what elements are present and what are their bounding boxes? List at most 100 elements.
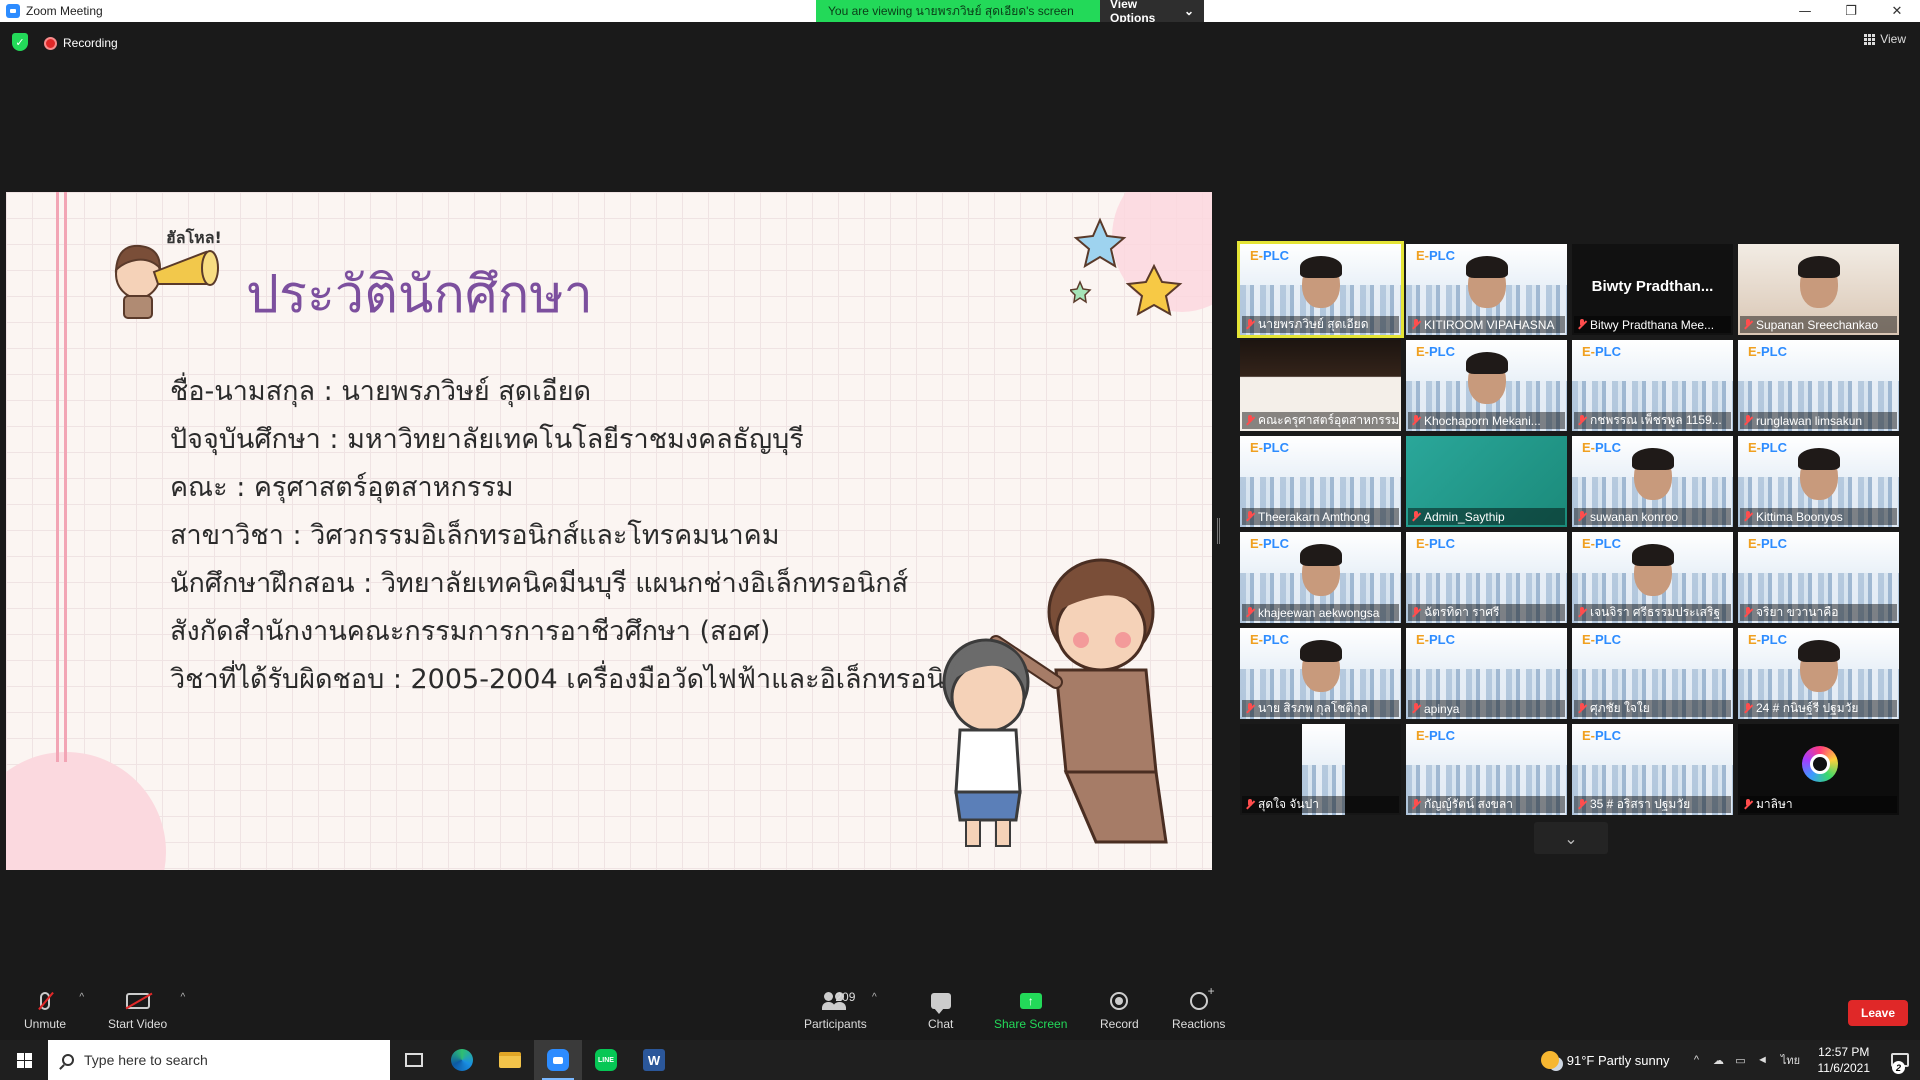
participant-tile[interactable]: E-PLC กชพรรณ เพ็ชรพูล 1159...: [1572, 340, 1733, 431]
task-view-icon: [405, 1053, 423, 1067]
zoom-taskbar-button[interactable]: [534, 1040, 582, 1080]
participant-tile[interactable]: E-PLC KITIROOM VIPAHASNA: [1406, 244, 1567, 335]
muted-mic-icon: [1744, 799, 1752, 810]
weather-widget[interactable]: 91°F Partly sunny: [1540, 1051, 1670, 1069]
folder-icon: [499, 1052, 521, 1068]
unmute-button[interactable]: Unmute ^: [24, 990, 84, 1031]
eplc-logo-main: PLC: [1263, 248, 1289, 263]
participant-name-label: นาย สิรภพ กุลโชติกุล: [1242, 700, 1399, 717]
participant-face: [1632, 544, 1674, 596]
participant-tile[interactable]: E-PLC จริยา ขวานาคือ: [1738, 532, 1899, 623]
leave-button[interactable]: Leave: [1848, 1000, 1908, 1026]
muted-mic-icon: [1246, 799, 1254, 810]
decor-line: [56, 192, 59, 762]
muted-mic-icon: [1744, 607, 1752, 618]
video-options-caret[interactable]: ^: [180, 992, 185, 1003]
onedrive-icon[interactable]: ☁: [1708, 1054, 1730, 1067]
participant-tile[interactable]: E-PLC Khochaporn Mekani...: [1406, 340, 1567, 431]
participant-name: khajeewan aekwongsa: [1258, 605, 1380, 620]
recording-indicator[interactable]: Recording: [44, 32, 118, 54]
participant-tile[interactable]: Supanan Sreechankao: [1738, 244, 1899, 335]
eplc-logo-main: PLC: [1595, 440, 1621, 455]
participants-button[interactable]: 209 Participants ^: [804, 990, 877, 1031]
splitter-handle[interactable]: [1217, 518, 1220, 544]
participant-name: runglawan limsakun: [1756, 413, 1863, 428]
participant-tile[interactable]: สุดใจ จันปา: [1240, 724, 1401, 815]
view-options-button[interactable]: View Options ⌄: [1100, 0, 1204, 25]
eplc-logo: E-PLC: [1250, 632, 1289, 647]
participant-face: [1798, 640, 1840, 692]
taskbar-search-box[interactable]: Type here to search: [48, 1040, 390, 1080]
start-video-button[interactable]: Start Video ^: [108, 990, 185, 1031]
restore-button[interactable]: ❐: [1828, 0, 1874, 22]
participant-tile[interactable]: E-PLC khajeewan aekwongsa: [1240, 532, 1401, 623]
participant-tile[interactable]: E-PLC ศุภชัย ใจใย: [1572, 628, 1733, 719]
eplc-logo-main: PLC: [1595, 728, 1621, 743]
edge-taskbar-button[interactable]: [438, 1040, 486, 1080]
minimize-button[interactable]: —: [1782, 0, 1828, 22]
participant-tile[interactable]: E-PLC 35 # อริสรา ปฐมวัย: [1572, 724, 1733, 815]
participant-tile[interactable]: Admin_Saythip: [1406, 436, 1567, 527]
participant-tile[interactable]: E-PLC กัญญ์รัตน์ สงขลา: [1406, 724, 1567, 815]
muted-mic-icon: [1412, 703, 1420, 714]
participant-tile[interactable]: E-PLC 24 # กนิษฐ์รี ปฐมวัย: [1738, 628, 1899, 719]
eplc-logo-main: PLC: [1263, 536, 1289, 551]
participants-caret[interactable]: ^: [872, 992, 877, 1003]
reactions-button[interactable]: Reactions: [1172, 984, 1225, 1031]
share-screen-button[interactable]: ↑ Share Screen: [994, 990, 1067, 1031]
close-button[interactable]: ✕: [1874, 0, 1920, 22]
eplc-logo-prefix: E-: [1250, 632, 1263, 647]
participant-tile[interactable]: E-PLC Theerakarn Amthong: [1240, 436, 1401, 527]
line-taskbar-button[interactable]: LINE: [582, 1040, 630, 1080]
participant-tile[interactable]: E-PLC apinya: [1406, 628, 1567, 719]
viewing-banner: You are viewing นายพรภวิษย์ สุดเอียด's s…: [816, 0, 1204, 25]
participant-tile[interactable]: E-PLC Kittima Boonyos: [1738, 436, 1899, 527]
participant-name-label: Khochaporn Mekani...: [1408, 412, 1565, 429]
participant-name-label: Supanan Sreechankao: [1740, 316, 1897, 333]
record-button[interactable]: Record: [1100, 990, 1139, 1031]
chat-button[interactable]: Chat: [928, 990, 953, 1031]
input-language[interactable]: ไทย: [1774, 1051, 1808, 1069]
view-layout-button[interactable]: View: [1864, 32, 1906, 46]
participant-name-label: ศุภชัย ใจใย: [1574, 700, 1731, 717]
search-placeholder: Type here to search: [84, 1052, 208, 1068]
notification-center-button[interactable]: 2: [1880, 1040, 1920, 1080]
eplc-logo-main: PLC: [1595, 632, 1621, 647]
network-icon[interactable]: ▭: [1730, 1054, 1752, 1067]
participant-tile[interactable]: E-PLC นาย สิรภพ กุลโชติกุล: [1240, 628, 1401, 719]
eplc-logo-prefix: E-: [1416, 344, 1429, 359]
security-shield-icon[interactable]: ✓: [12, 33, 28, 51]
participant-tile[interactable]: มาลิษา: [1738, 724, 1899, 815]
participant-tile[interactable]: E-PLC suwanan konroo: [1572, 436, 1733, 527]
participant-tile[interactable]: E-PLC runglawan limsakun: [1738, 340, 1899, 431]
start-button[interactable]: [0, 1040, 48, 1080]
muted-mic-icon: [1578, 415, 1586, 426]
line-app-icon: LINE: [595, 1049, 617, 1071]
participant-tile[interactable]: E-PLC ฉัตรทิดา ราศรี: [1406, 532, 1567, 623]
taskbar-clock[interactable]: 12:57 PM 11/6/2021: [1818, 1044, 1871, 1076]
participant-name: จริยา ขวานาคือ: [1756, 605, 1839, 619]
eplc-logo: E-PLC: [1582, 440, 1621, 455]
participant-tile[interactable]: E-PLC เจนจิรา ศรีธรรมประเสริฐ: [1572, 532, 1733, 623]
word-app-icon: W: [643, 1049, 665, 1071]
task-view-button[interactable]: [390, 1040, 438, 1080]
share-screen-icon: ↑: [1019, 993, 1042, 1009]
participant-name: 35 # อริสรา ปฐมวัย: [1590, 797, 1691, 811]
file-explorer-taskbar-button[interactable]: [486, 1040, 534, 1080]
gallery-next-page-button[interactable]: ⌄: [1534, 822, 1608, 854]
participant-tile[interactable]: Biwty Pradthan... Bitwy Pradthana Mee...: [1572, 244, 1733, 335]
tray-overflow-icon[interactable]: ^: [1686, 1054, 1708, 1066]
eplc-logo-main: PLC: [1595, 344, 1621, 359]
muted-mic-icon: [1246, 703, 1254, 714]
eplc-logo: E-PLC: [1250, 248, 1289, 263]
participant-face: [1300, 640, 1342, 692]
audio-options-caret[interactable]: ^: [79, 992, 84, 1003]
participant-name: ฉัตรทิดา ราศรี: [1424, 605, 1500, 619]
eplc-logo: E-PLC: [1748, 440, 1787, 455]
participant-tile[interactable]: คณะครุศาสตร์อุตสาหกรรม ม...: [1240, 340, 1401, 431]
participant-name: กชพรรณ เพ็ชรพูล 1159...: [1590, 413, 1722, 427]
camera-app-icon: [1802, 746, 1838, 782]
volume-icon[interactable]: ◄: [1752, 1054, 1774, 1066]
word-taskbar-button[interactable]: W: [630, 1040, 678, 1080]
participant-tile[interactable]: E-PLC นายพรภวิษย์ สุดเอียด: [1237, 241, 1404, 338]
